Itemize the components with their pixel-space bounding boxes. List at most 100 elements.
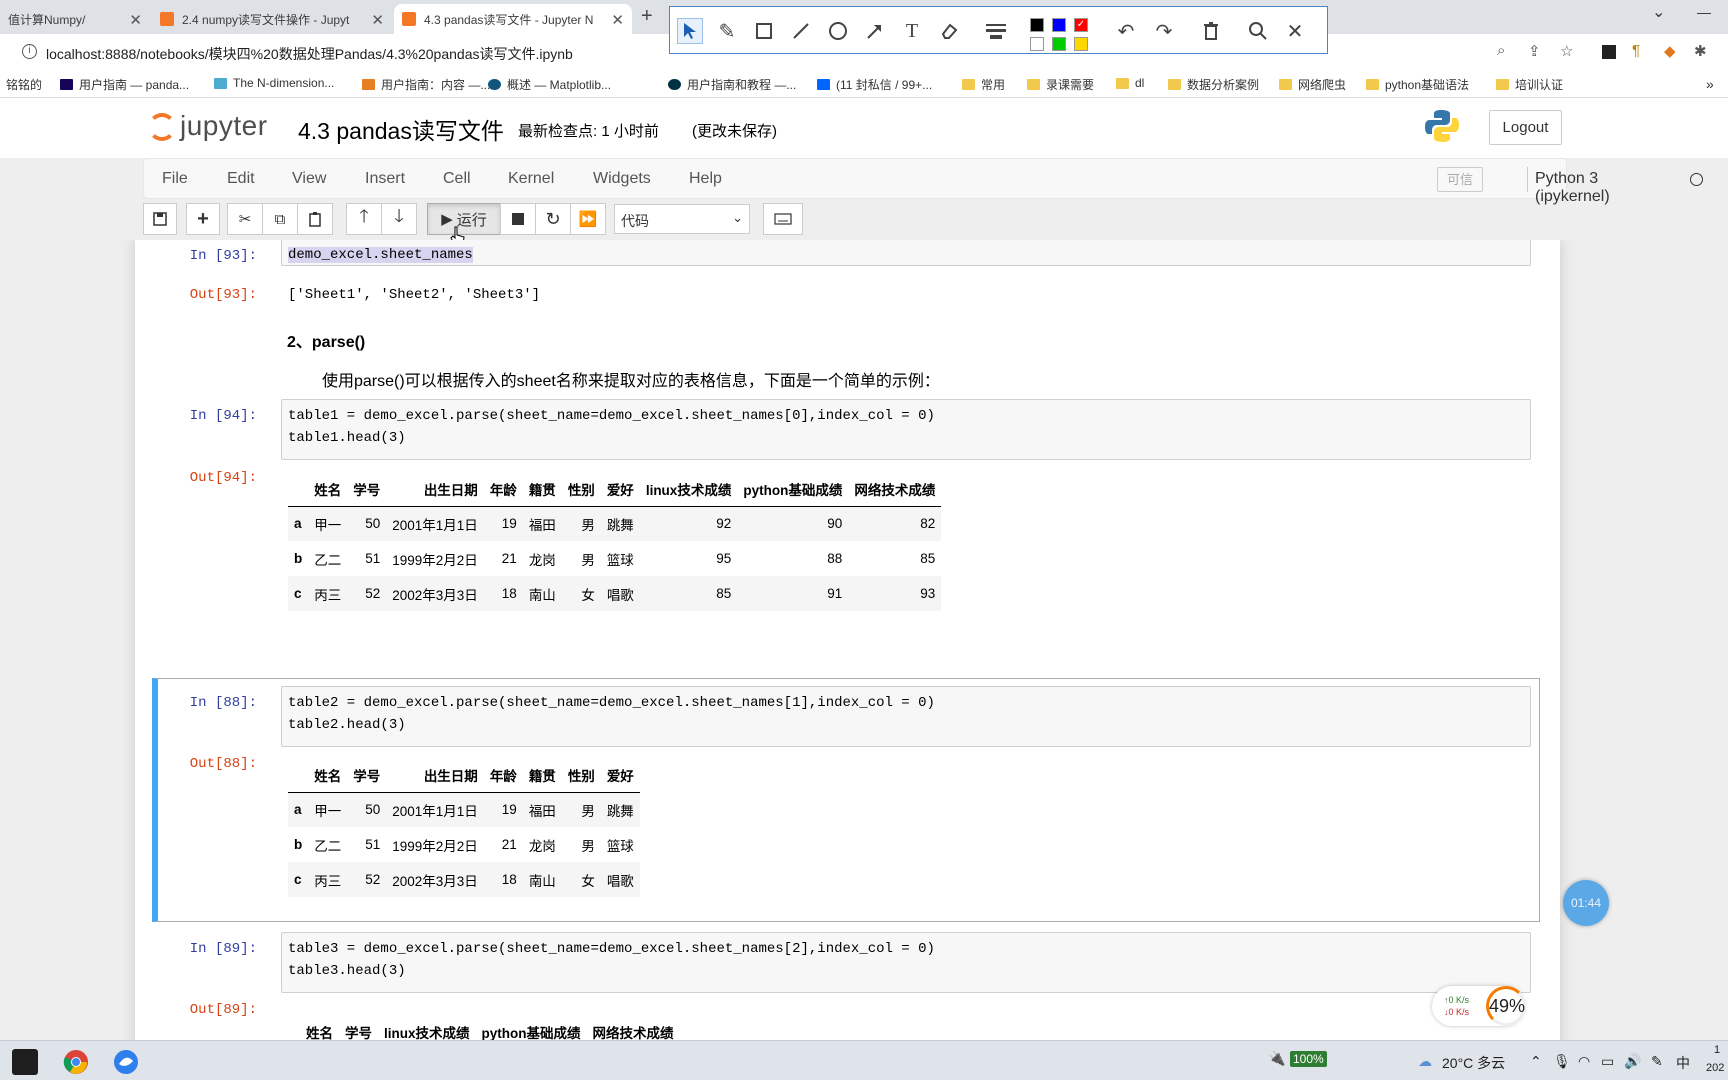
bookmark-item[interactable]: 铭铭的	[6, 76, 42, 93]
new-tab-icon[interactable]: +	[641, 5, 653, 28]
menu-widgets[interactable]: Widgets	[593, 170, 651, 188]
insert-cell-button[interactable]: +	[186, 203, 220, 235]
bookmark-folder[interactable]: 培训认证	[1496, 76, 1563, 93]
move-down-button[interactable]: 🡓	[381, 203, 417, 235]
trusted-indicator[interactable]: 可信	[1437, 167, 1483, 192]
extension-x-icon[interactable]	[1602, 45, 1616, 59]
trash-icon[interactable]	[1198, 18, 1224, 44]
extensions-puzzle-icon[interactable]: ✱	[1694, 42, 1707, 60]
ime-indicator[interactable]: 中	[1676, 1053, 1690, 1073]
jupyter-logo[interactable]: jupyter	[180, 110, 268, 142]
color-swatch-white[interactable]	[1030, 37, 1044, 51]
extension-icon[interactable]: ¶	[1632, 42, 1640, 59]
metamask-icon[interactable]: ◆	[1664, 42, 1676, 60]
tab-close-icon[interactable]: ✕	[611, 11, 624, 29]
undo-icon[interactable]: ↶	[1113, 18, 1139, 44]
color-swatch-red-selected[interactable]: ✓	[1074, 18, 1088, 32]
jupyter-logo-icon[interactable]	[148, 113, 176, 141]
command-palette-button[interactable]	[763, 203, 803, 235]
browser-tab-active[interactable]: 4.3 pandas读写文件 - Jupyter N ✕	[394, 4, 632, 34]
bookmark-item[interactable]: 用户指南 — panda...	[60, 76, 189, 93]
menu-kernel[interactable]: Kernel	[508, 170, 554, 188]
wifi-icon[interactable]: ◠	[1578, 1053, 1590, 1070]
copy-button[interactable]: ⧉	[262, 203, 298, 235]
color-swatch-black[interactable]	[1030, 18, 1044, 32]
network-monitor-widget[interactable]: ↑0 K/s ↓0 K/s 49%	[1432, 986, 1526, 1026]
cell-type-select[interactable]: 代码 ⌄	[614, 204, 750, 234]
battery-level[interactable]: 100%	[1290, 1051, 1327, 1067]
color-swatch-yellow[interactable]	[1074, 37, 1088, 51]
url-field[interactable]: localhost:8888/notebooks/模块四%20数据处理Panda…	[46, 44, 573, 64]
menu-cell[interactable]: Cell	[443, 170, 471, 188]
bookmark-folder[interactable]: 数据分析案例	[1168, 76, 1259, 93]
tab-search-chevron-icon[interactable]: ⌄	[1652, 2, 1665, 22]
restart-run-all-button[interactable]: ⏩	[570, 203, 606, 235]
save-button[interactable]	[143, 203, 177, 235]
menu-insert[interactable]: Insert	[365, 170, 405, 188]
chrome-app-icon[interactable]	[63, 1049, 89, 1075]
code-cell-input[interactable]: table1 = demo_excel.parse(sheet_name=dem…	[281, 399, 1531, 460]
bookmark-item[interactable]: 用户指南和教程 —...	[668, 76, 796, 93]
tab-close-icon[interactable]: ✕	[371, 11, 384, 29]
bookmark-item[interactable]: 概述 — Matplotlib...	[488, 76, 611, 93]
bookmark-item[interactable]: 用户指南：内容 —...	[362, 76, 490, 93]
bookmark-folder[interactable]: dl	[1116, 76, 1144, 90]
bookmark-star-icon[interactable]: ☆	[1560, 42, 1573, 60]
menu-view[interactable]: View	[292, 170, 326, 188]
close-icon[interactable]: ✕	[1282, 18, 1308, 44]
microphone-icon[interactable]: 🎙	[1553, 1053, 1571, 1070]
menu-edit[interactable]: Edit	[227, 170, 255, 188]
tray-chevron-up-icon[interactable]: ⌃	[1530, 1053, 1542, 1070]
clock-date[interactable]: 202	[1706, 1062, 1724, 1074]
eraser-icon[interactable]	[936, 18, 962, 44]
bookmarks-overflow-icon[interactable]: »	[1706, 76, 1714, 92]
move-up-button[interactable]: 🡑	[346, 203, 382, 235]
bookmark-folder[interactable]: python基础语法	[1366, 76, 1469, 93]
site-info-icon[interactable]: i	[22, 44, 37, 59]
terminal-app-icon[interactable]	[12, 1049, 38, 1075]
line-icon[interactable]	[788, 18, 814, 44]
notebook-title[interactable]: 4.3 pandas读写文件	[298, 112, 504, 146]
tab-close-icon[interactable]: ✕	[129, 11, 142, 29]
speaker-icon[interactable]: 🔊	[1624, 1053, 1641, 1070]
kernel-name[interactable]: Python 3 (ipykernel)	[1535, 170, 1610, 206]
minimize-icon[interactable]: —	[1697, 4, 1711, 20]
arrow-icon[interactable]	[862, 18, 888, 44]
restart-button[interactable]: ↻	[535, 203, 571, 235]
menu-help[interactable]: Help	[689, 170, 722, 188]
text-icon[interactable]: T	[899, 18, 925, 44]
circle-icon[interactable]	[825, 18, 851, 44]
notebook-scroll-area[interactable]: In [93]: demo_excel.sheet_names Out[93]:…	[0, 240, 1728, 1040]
code-cell-input[interactable]: table3 = demo_excel.parse(sheet_name=dem…	[281, 932, 1531, 993]
clock-time[interactable]: 1	[1714, 1044, 1720, 1056]
bookmark-folder[interactable]: 录课需要	[1027, 76, 1094, 93]
recording-timer[interactable]: 01:44	[1563, 880, 1609, 926]
pen-icon[interactable]: ✎	[714, 18, 740, 44]
menu-file[interactable]: File	[162, 170, 188, 188]
battery-icon[interactable]: ▭	[1601, 1053, 1614, 1070]
paste-button[interactable]	[297, 203, 333, 235]
logout-button[interactable]: Logout	[1489, 110, 1562, 145]
stroke-width-icon[interactable]	[983, 18, 1009, 44]
code-cell-input[interactable]: demo_excel.sheet_names	[281, 240, 1531, 266]
weather-cloud-icon[interactable]: ☁	[1418, 1053, 1432, 1070]
share-icon[interactable]: ⇪	[1528, 42, 1541, 60]
rectangle-icon[interactable]	[751, 18, 777, 44]
bookmark-folder[interactable]: 网络爬虫	[1279, 76, 1346, 93]
zoom-icon[interactable]	[1245, 18, 1271, 44]
color-swatch-green[interactable]	[1052, 37, 1066, 51]
redo-icon[interactable]: ↷	[1151, 18, 1177, 44]
browser-tab[interactable]: 值计算Numpy/ ✕	[0, 4, 150, 34]
pen-input-icon[interactable]: ✎	[1651, 1053, 1663, 1070]
bookmark-folder[interactable]: 常用	[962, 76, 1005, 93]
bookmark-item[interactable]: (11 封私信 / 99+...	[817, 76, 932, 93]
select-icon[interactable]	[677, 18, 703, 44]
power-plug-icon[interactable]: 🔌	[1268, 1050, 1285, 1067]
color-swatch-blue[interactable]	[1052, 18, 1066, 32]
interrupt-button[interactable]	[500, 203, 536, 235]
zoom-icon[interactable]: ⌕	[1497, 42, 1505, 59]
feishu-app-icon[interactable]	[113, 1049, 139, 1075]
weather-text[interactable]: 20°C 多云	[1442, 1053, 1505, 1073]
code-cell-input[interactable]: table2 = demo_excel.parse(sheet_name=dem…	[281, 686, 1531, 747]
browser-tab[interactable]: 2.4 numpy读写文件操作 - Jupyt ✕	[152, 4, 392, 34]
